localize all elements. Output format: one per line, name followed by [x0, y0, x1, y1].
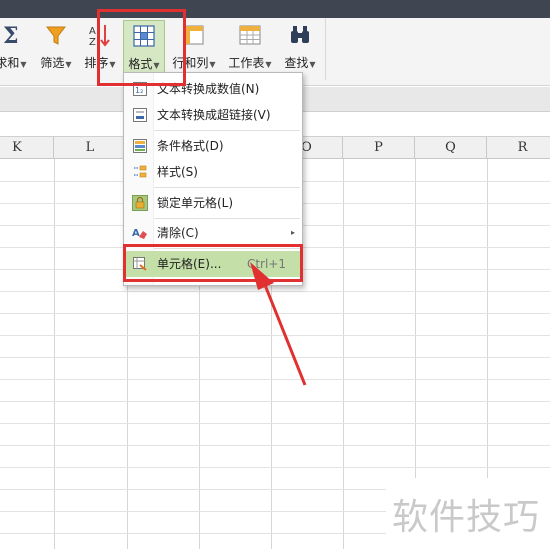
binoculars-icon — [291, 26, 309, 43]
filter-label: 筛选 — [40, 56, 65, 70]
watermark: 软件技巧 — [386, 478, 550, 549]
style-icon — [134, 165, 147, 178]
menu-item-text-to-hyperlink[interactable]: 文本转换成超链接(V) — [124, 102, 302, 128]
watermark-text: 软件技巧 — [392, 497, 541, 538]
svg-text:A: A — [89, 26, 96, 37]
menu-item-label: 清除(C) — [157, 226, 199, 240]
column-header[interactable]: P — [343, 137, 415, 159]
dropdown-arrow-icon: ▼ — [265, 60, 272, 69]
filter-button[interactable]: 筛选▼ — [36, 20, 76, 80]
column-header[interactable]: L — [54, 137, 127, 159]
submenu-arrow-icon: ▸ — [290, 228, 295, 237]
menu-item-clear[interactable]: A 清除(C) ▸ — [124, 220, 302, 246]
title-bar — [0, 0, 550, 18]
sum-button[interactable]: Σ 求和▼ — [0, 20, 28, 80]
find-label: 查找 — [284, 56, 309, 70]
find-button[interactable]: 查找▼ — [280, 20, 320, 80]
lock-icon — [132, 195, 148, 211]
dropdown-arrow-icon: ▼ — [209, 60, 216, 69]
ribbon-separator — [325, 18, 326, 80]
svg-text:1₂: 1₂ — [135, 86, 143, 95]
svg-text:Σ: Σ — [3, 23, 19, 48]
menu-item-lock-cell[interactable]: 锁定单元格(L) — [124, 190, 302, 216]
hyperlink-icon — [133, 108, 147, 122]
svg-text:A: A — [132, 228, 140, 239]
annotation-highlight-format — [97, 9, 186, 86]
menu-separator — [154, 187, 300, 188]
menu-item-label: 条件格式(D) — [157, 139, 224, 153]
eraser-icon: A — [132, 228, 147, 239]
worksheet-label: 工作表 — [228, 56, 265, 70]
worksheet-icon — [239, 25, 261, 45]
menu-item-label: 样式(S) — [157, 165, 198, 179]
column-header[interactable]: K — [0, 137, 54, 159]
dropdown-arrow-icon: ▼ — [20, 60, 27, 69]
annotation-highlight-format-cells — [123, 244, 303, 282]
dropdown-arrow-icon: ▼ — [309, 60, 316, 69]
column-header[interactable]: Q — [415, 137, 487, 159]
menu-separator — [154, 130, 300, 131]
conditional-format-icon — [133, 139, 147, 153]
menu-separator — [154, 218, 300, 219]
funnel-icon — [45, 26, 67, 45]
menu-item-style[interactable]: 样式(S) — [124, 159, 302, 185]
svg-text:Z: Z — [89, 37, 96, 48]
sum-label: 求和 — [0, 56, 20, 70]
menu-item-conditional-format[interactable]: 条件格式(D) — [124, 133, 302, 159]
column-header[interactable]: R — [487, 137, 550, 159]
menu-item-label: 锁定单元格(L) — [157, 196, 234, 210]
worksheet-button[interactable]: 工作表▼ — [224, 20, 276, 80]
sigma-icon: Σ — [3, 23, 19, 48]
dropdown-arrow-icon: ▼ — [65, 60, 72, 69]
menu-item-label: 文本转换成超链接(V) — [157, 108, 271, 122]
